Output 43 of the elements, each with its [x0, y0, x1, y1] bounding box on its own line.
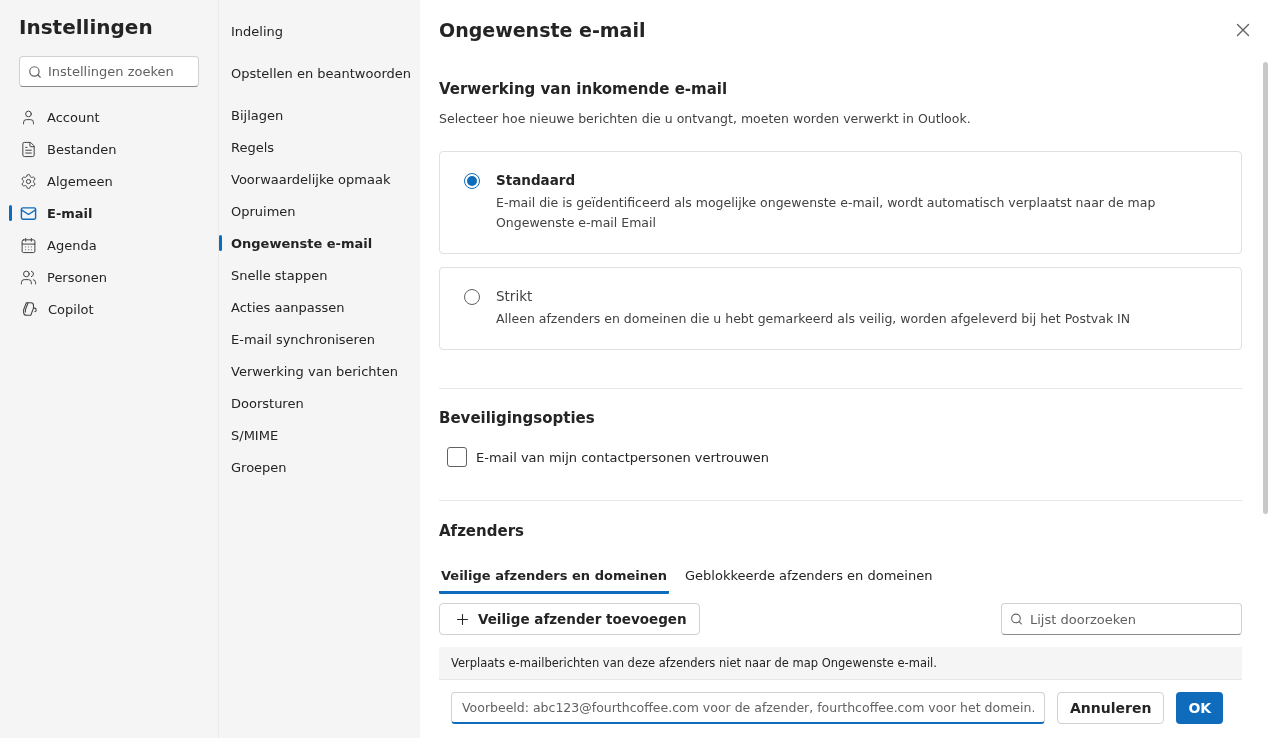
- option-description: E-mail die is geïdentificeerd als mogelijke ongewenste e-mail, wordt automatisch verplaatst naar de map Ongewenste e-mail Email: [496, 194, 1157, 232]
- nav-item[interactable]: Personen: [0, 261, 218, 293]
- nav-item[interactable]: Bestanden: [0, 133, 218, 165]
- subnav-item[interactable]: Groepen: [219, 451, 420, 483]
- subnav-item[interactable]: Ongewenste e-mail: [219, 227, 420, 259]
- option-description: Alleen afzenders en domeinen die u hebt gemarkeerd als veilig, worden afgeleverd bij het Postvak IN: [496, 310, 1131, 328]
- panel-title: Ongewenste e-mail: [439, 19, 646, 41]
- option-card[interactable]: Standaard E-mail die is geïdentificeerd als mogelijke ongewenste e-mail, wordt automatisch verplaatst naar de map Ongewenste e-mail Email: [439, 151, 1242, 254]
- nav-item[interactable]: Agenda: [0, 229, 218, 261]
- subnav-item[interactable]: Opruimen: [219, 195, 420, 227]
- nav-item[interactable]: Copilot: [0, 293, 218, 325]
- add-sender-button[interactable]: Veilige afzender toevoegen: [439, 603, 700, 635]
- subnav-item[interactable]: Regels: [219, 131, 420, 163]
- subnav-item[interactable]: Acties aanpassen: [219, 291, 420, 323]
- tab[interactable]: Veilige afzenders en domeinen: [439, 562, 670, 594]
- checkbox-label: E-mail van mijn contactpersonen vertrouwen: [476, 449, 769, 465]
- option-card[interactable]: Strikt Alleen afzenders en domeinen die u hebt gemarkeerd als veilig, worden afgeleverd bij het Postvak IN: [439, 267, 1242, 350]
- section-description: Selecteer hoe nieuwe berichten die u ontvangt, moeten worden verwerkt in Outlook.: [439, 111, 972, 126]
- settings-search-field[interactable]: Instellingen zoeken: [19, 56, 199, 87]
- subnav-item[interactable]: Verwerking van berichten: [219, 355, 420, 387]
- sender-input-field[interactable]: Voorbeeld: abc123@fourthcoffee.com voor de afzender, fourthcoffee.com voor het domein.: [451, 692, 1045, 724]
- subnav-item[interactable]: Indeling: [219, 15, 420, 57]
- list-search-field[interactable]: Lijst doorzoeken: [1001, 603, 1242, 635]
- tab[interactable]: Geblokkeerde afzenders en domeinen: [683, 562, 935, 594]
- subnav-item[interactable]: Bijlagen: [219, 99, 420, 131]
- nav-item[interactable]: Algemeen: [0, 165, 218, 197]
- subnav-item[interactable]: Opstellen en beantwoorden: [219, 57, 420, 99]
- cancel-button[interactable]: Annuleren: [1057, 692, 1165, 724]
- ok-button[interactable]: OK: [1176, 692, 1224, 724]
- section-heading: Afzenders: [439, 521, 525, 542]
- section-heading: Beveiligingsopties: [439, 408, 596, 429]
- subnav-item[interactable]: Voorwaardelijke opmaak: [219, 163, 420, 195]
- settings-title: Instellingen: [19, 14, 154, 41]
- section-heading: Verwerking van inkomende e-mail: [439, 79, 729, 100]
- subnav-item[interactable]: E-mail synchroniseren: [219, 323, 420, 355]
- option-title: Strikt: [496, 288, 534, 304]
- subnav-item[interactable]: Snelle stappen: [219, 259, 420, 291]
- subnav-item[interactable]: S/MIME: [219, 419, 420, 451]
- nav-item[interactable]: E-mail: [0, 197, 218, 229]
- option-title: Standaard: [496, 172, 577, 188]
- info-bar: Verplaats e-mailberichten van deze afzenders niet naar de map Ongewenste e-mail.: [439, 647, 1242, 680]
- nav-item[interactable]: Account: [0, 101, 218, 133]
- subnav-item[interactable]: Doorsturen: [219, 387, 420, 419]
